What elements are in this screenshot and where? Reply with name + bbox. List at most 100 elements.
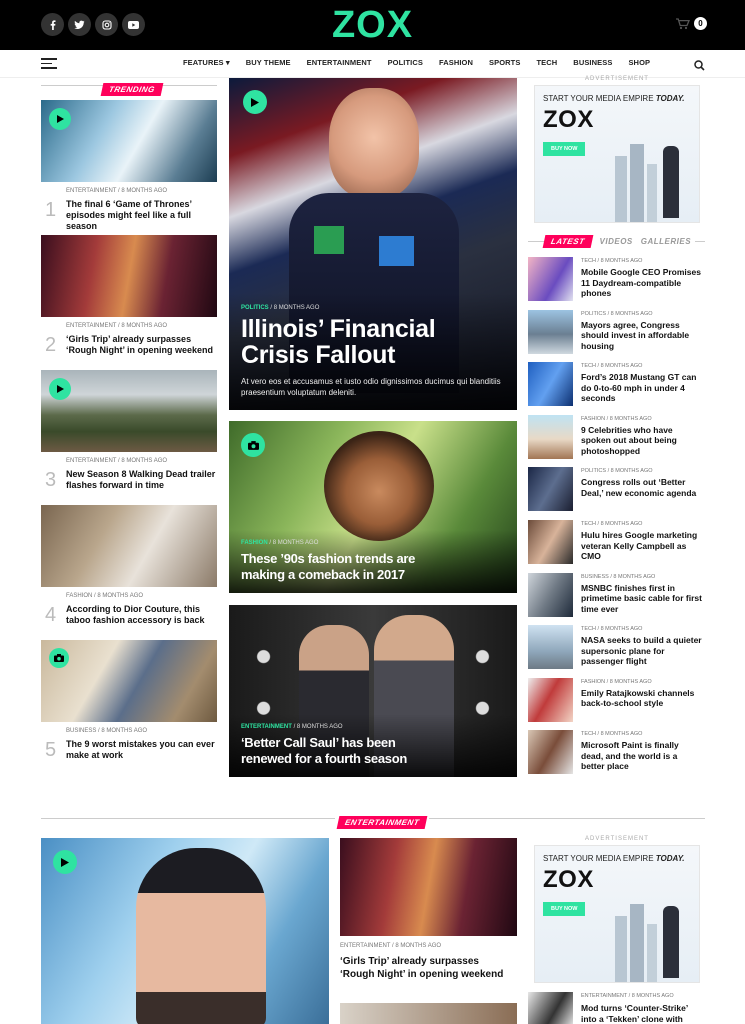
latest-tabs: LATEST VIDEOS GALLERIES <box>542 235 696 248</box>
article-meta: ENTERTAINMENT / 8 months ago <box>340 943 442 949</box>
site-logo[interactable]: ZOX <box>300 4 445 46</box>
play-icon <box>49 108 71 130</box>
article-title[interactable]: New Season 8 Walking Dead trailer flashe… <box>66 469 216 491</box>
ad-building <box>615 156 627 222</box>
latest-meta: TECH / 8 months ago <box>581 258 643 264</box>
latest-thumbnail[interactable] <box>528 730 573 775</box>
latest-meta: TECH / 8 months ago <box>581 626 643 633</box>
facebook-icon[interactable] <box>41 13 64 36</box>
article-title[interactable]: ‘Girls Trip’ already surpasses ‘Rough Ni… <box>66 334 216 356</box>
latest-title[interactable]: NASA seeks to build a quieter supersonic… <box>581 635 703 667</box>
twitter-icon[interactable] <box>68 13 91 36</box>
featured-article-main[interactable]: POLITICS / 8 months ago Illinois’ Financ… <box>229 78 517 410</box>
ad-buy-button[interactable]: BUY NOW <box>543 902 586 916</box>
instagram-icon[interactable] <box>95 13 118 36</box>
latest-title[interactable]: Mobile Google CEO Promises 11 Daydream-c… <box>581 267 703 299</box>
search-icon[interactable] <box>694 58 705 76</box>
nav-item-fashion[interactable]: FASHION <box>439 58 473 67</box>
latest-meta: FASHION / 8 months ago <box>581 415 652 422</box>
article-thumbnail[interactable] <box>41 640 217 722</box>
ad-building <box>647 924 657 982</box>
article-title[interactable]: Mod turns ‘Counter-Strike’ into a ‘Tekke… <box>581 1003 703 1024</box>
nav-item-entertainment[interactable]: ENTERTAINMENT <box>307 58 372 67</box>
ad-tagline: START YOUR MEDIA EMPIRE TODAY. <box>543 94 685 103</box>
youtube-icon[interactable] <box>122 13 145 36</box>
article-title[interactable]: The 9 worst mistakes you can ever make a… <box>66 739 216 761</box>
featured-title[interactable]: ‘Better Call Saul’ has been renewed for … <box>241 735 431 767</box>
nav-item-shop[interactable]: SHOP <box>628 58 650 67</box>
play-icon <box>53 850 77 874</box>
latest-thumbnail[interactable] <box>528 520 573 564</box>
ad-label: ADVERTISEMENT <box>585 76 649 82</box>
nav-item-buy-theme[interactable]: BUY THEME <box>246 58 291 67</box>
article-title[interactable]: ‘Girls Trip’ already surpasses ‘Rough Ni… <box>340 956 515 981</box>
nav-item-business[interactable]: BUSINESS <box>573 58 612 67</box>
nav-item-tech[interactable]: TECH <box>536 58 557 67</box>
latest-title[interactable]: Emily Ratajkowski channels back-to-schoo… <box>581 688 703 709</box>
entertainment-photo-face <box>136 848 266 1024</box>
latest-thumbnail[interactable] <box>528 467 573 512</box>
latest-meta: BUSINESS / 8 months ago <box>581 573 656 580</box>
latest-thumbnail[interactable] <box>528 414 573 459</box>
ad-brand: ZOX <box>543 106 594 133</box>
latest-meta: TECH / 8 months ago <box>581 521 643 527</box>
latest-thumbnail[interactable] <box>528 572 573 617</box>
latest-thumbnail[interactable] <box>528 625 573 670</box>
nav-item-politics[interactable]: POLITICS <box>388 58 423 67</box>
article-thumbnail[interactable] <box>41 505 217 587</box>
advertisement-banner[interactable]: START YOUR MEDIA EMPIRE TODAY. ZOX BUY N… <box>534 845 700 983</box>
latest-meta: POLITICS / 8 months ago <box>581 310 653 317</box>
featured-article-entertainment[interactable]: ENTERTAINMENT / 8 months ago ‘Better Cal… <box>229 605 517 777</box>
ad-brand: ZOX <box>543 866 594 893</box>
article-meta: FASHION / 8 months ago <box>66 593 144 599</box>
latest-title[interactable]: Microsoft Paint is finally dead, and the… <box>581 740 703 772</box>
entertainment-feature-image[interactable] <box>41 838 329 1024</box>
ad-businessman <box>663 146 679 218</box>
featured-overlay: ENTERTAINMENT / 8 months ago ‘Better Cal… <box>229 714 517 777</box>
article-title[interactable]: According to Dior Couture, this taboo fa… <box>66 604 216 626</box>
cart-icon[interactable] <box>676 17 690 35</box>
article-thumbnail[interactable] <box>340 1003 517 1024</box>
play-icon <box>243 90 267 114</box>
article-thumbnail[interactable] <box>528 992 573 1024</box>
article-thumbnail[interactable] <box>41 100 217 182</box>
article-title[interactable]: The final 6 ‘Game of Thrones’ episodes m… <box>66 199 216 232</box>
latest-title[interactable]: Ford’s 2018 Mustang GT can do 0-to-60 mp… <box>581 372 703 404</box>
featured-excerpt: At vero eos et accusamus et iusto odio d… <box>241 377 501 397</box>
featured-overlay: FASHION / 8 months ago These ’90s fashio… <box>229 530 517 593</box>
article-meta: ENTERTAINMENT / 8 months ago <box>581 993 674 999</box>
latest-title[interactable]: Hulu hires Google marketing veteran Kell… <box>581 530 703 562</box>
latest-thumbnail[interactable] <box>528 309 573 354</box>
article-meta: FASHION / 8 months ago <box>241 540 319 546</box>
latest-title[interactable]: 9 Celebrities who have spoken out about … <box>581 425 703 457</box>
fashion-photo-hair <box>324 431 434 541</box>
featured-title[interactable]: Illinois’ Financial Crisis Fallout <box>241 316 481 368</box>
trending-label: TRENDING <box>100 83 164 96</box>
nav-item-features[interactable]: FEATURES ▾ <box>183 58 230 67</box>
menu-icon[interactable] <box>41 58 57 69</box>
tab-videos[interactable]: VIDEOS <box>600 237 633 246</box>
latest-title[interactable]: Congress rolls out ‘Better Deal,’ new ec… <box>581 477 703 498</box>
featured-title[interactable]: These ’90s fashion trends are making a c… <box>241 551 441 583</box>
article-thumbnail[interactable] <box>41 235 217 317</box>
nav-item-sports[interactable]: SPORTS <box>489 58 520 67</box>
cart-count: 0 <box>694 17 707 30</box>
ad-buy-button[interactable]: BUY NOW <box>543 142 586 156</box>
latest-thumbnail[interactable] <box>528 677 573 722</box>
latest-title[interactable]: Mayors agree, Congress should invest in … <box>581 320 703 352</box>
featured-overlay: POLITICS / 8 months ago Illinois’ Financ… <box>229 293 517 410</box>
latest-thumbnail[interactable] <box>528 362 573 407</box>
tab-galleries[interactable]: GALLERIES <box>641 237 691 246</box>
featured-photo-mic <box>314 226 344 254</box>
ad-building <box>615 916 627 982</box>
tab-latest[interactable]: LATEST <box>542 235 593 248</box>
latest-title[interactable]: MSNBC finishes first in primetime basic … <box>581 583 703 615</box>
latest-thumbnail[interactable] <box>528 257 573 301</box>
trending-rank: 3 <box>45 469 57 491</box>
featured-article-fashion[interactable]: FASHION / 8 months ago These ’90s fashio… <box>229 421 517 593</box>
camera-icon <box>241 433 265 457</box>
trending-rank: 1 <box>45 199 57 221</box>
article-thumbnail[interactable] <box>340 838 517 936</box>
advertisement-banner[interactable]: START YOUR MEDIA EMPIRE TODAY. ZOX BUY N… <box>534 85 700 223</box>
article-thumbnail[interactable] <box>41 370 217 452</box>
